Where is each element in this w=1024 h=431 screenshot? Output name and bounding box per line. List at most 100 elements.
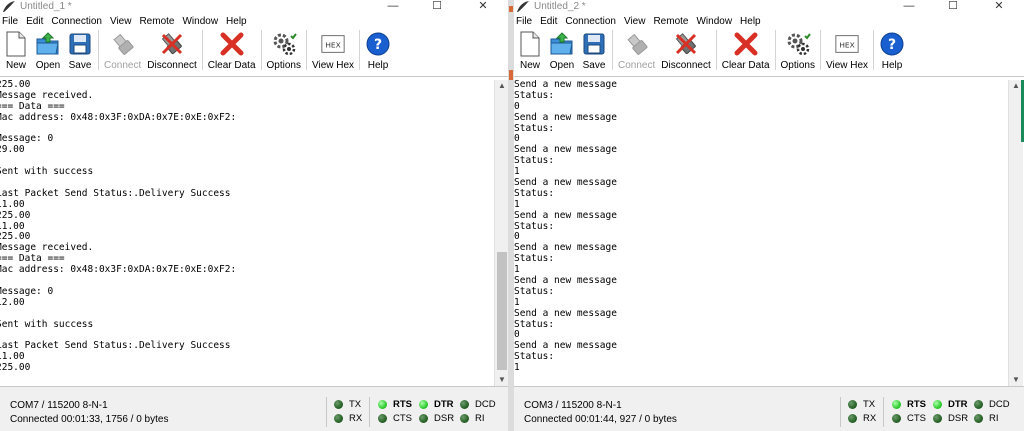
app-feather-icon [516,0,530,14]
hex-icon: HEX [834,30,860,58]
led-tx: TX [334,399,361,410]
svg-text:?: ? [888,37,896,53]
open-button[interactable]: Open [35,30,61,71]
menu-remote[interactable]: Remote [139,16,174,27]
terminal-line: Send a new message [514,144,617,156]
led-rts: RTS [378,399,412,410]
led-rx-label: RX [349,413,363,424]
terminal-output[interactable]: Send a new message Status: 0 Send a new mes… [514,80,1008,386]
terminal-line: Send a new message [514,111,617,123]
clear-button[interactable]: Clear Data [722,30,770,71]
connect-button[interactable]: Connect [618,30,655,71]
toolbar: New Open Save Connect Disconnect Clear Data Op… [514,28,1024,77]
toolbar: New Open Save Connect Disconnect Clear Data Op… [0,28,508,77]
terminal-line: Status: [514,285,555,297]
options-label: Options [780,60,815,71]
led-tx-indicator [848,400,857,409]
led-rx-label: RX [863,413,877,424]
window-close-button[interactable]: ✕ [984,0,1014,13]
scroll-up-arrow-icon[interactable]: ▲ [495,80,508,92]
menu-window[interactable]: Window [696,16,732,27]
terminal-line: Message received. [0,89,94,101]
usb-disconnect-icon [159,30,185,58]
help-button[interactable]: ? Help [365,30,391,71]
menu-view[interactable]: View [624,16,646,27]
toolbar-separator [715,30,717,70]
terminal-line: Send a new message [514,307,617,319]
hex-icon: HEX [320,30,346,58]
title-bar: Untitled_2 * — ☐ ✕ [514,0,1024,14]
terminal-line: Message: 0 [0,285,54,297]
toolbar-separator [774,30,776,70]
led-dtr-label: DTR [434,399,454,410]
led-dcd-indicator [974,400,983,409]
usb-plug-icon [624,30,650,58]
led-dtr-indicator [419,400,428,409]
terminal-line: Send a new message [514,242,617,254]
menu-help[interactable]: Help [740,16,761,27]
help-button[interactable]: ? Help [879,30,905,71]
menu-connection[interactable]: Connection [565,16,616,27]
led-dtr: DTR [933,399,968,410]
window-minimize-button[interactable]: — [378,0,408,13]
menu-window[interactable]: Window [182,16,218,27]
menu-view[interactable]: View [110,16,132,27]
title-bar: Untitled_1 * — ☐ ✕ [0,0,508,14]
new-file-icon [517,30,543,58]
led-dsr: DSR [419,413,454,424]
menu-file[interactable]: File [516,16,532,27]
window-maximize-button[interactable]: ☐ [938,0,968,13]
gear-icon [785,30,811,58]
menu-remote[interactable]: Remote [653,16,688,27]
menu-connection[interactable]: Connection [51,16,102,27]
viewhex-label: View Hex [826,60,869,71]
status-bar: COM3 / 115200 8-N-1 Connected 00:01:44, 9… [514,386,1024,431]
toolbar-separator [820,30,821,70]
terminal-line: Message received. [0,242,94,254]
viewhex-button[interactable]: HEX View Hex [826,30,868,71]
vertical-scrollbar[interactable]: ▲ ▼ [494,80,508,386]
save-button[interactable]: Save [581,30,607,71]
led-dsr-label: DSR [948,413,969,424]
menu-file[interactable]: File [2,16,18,27]
terminal-line: Last Packet Send Status:.Delivery Succes… [0,340,231,352]
options-label: Options [266,60,301,71]
window-maximize-button[interactable]: ☐ [422,0,452,13]
new-label: New [519,60,540,71]
scroll-thumb[interactable] [497,252,507,370]
scroll-down-arrow-icon[interactable]: ▼ [495,374,508,386]
status-divider [326,397,327,427]
menu-edit[interactable]: Edit [26,16,43,27]
window-close-button[interactable]: ✕ [468,0,498,13]
gear-icon [271,30,297,58]
menu-edit[interactable]: Edit [540,16,557,27]
led-dcd: DCD [460,399,496,410]
disconnect-button[interactable]: Disconnect [147,30,197,71]
terminal-line: Message: 0 [0,133,54,145]
menu-help[interactable]: Help [226,16,247,27]
led-ri-indicator [974,414,983,423]
floppy-disk-icon [581,30,607,58]
connect-button[interactable]: Connect [104,30,141,71]
svg-text:?: ? [374,37,382,53]
terminal-output[interactable]: 225.00Message received.=== Data ===Mac a… [0,80,490,386]
window-minimize-button[interactable]: — [894,0,924,13]
clear-label: Clear Data [721,60,770,71]
save-button[interactable]: Save [67,30,93,71]
clear-button[interactable]: Clear Data [208,30,256,71]
led-dsr: DSR [933,413,968,424]
scroll-down-arrow-icon[interactable]: ▼ [1009,374,1023,386]
disconnect-button[interactable]: Disconnect [661,30,711,71]
options-button[interactable]: Options [781,30,815,71]
terminal-line: Status: [514,122,555,134]
led-rx: RX [848,413,876,424]
terminal-line: 11.00 [0,198,25,210]
options-button[interactable]: Options [267,30,301,71]
open-button[interactable]: Open [549,30,575,71]
new-button[interactable]: New [3,30,29,71]
new-button[interactable]: New [517,30,543,71]
viewhex-button[interactable]: HEX View Hex [312,30,354,71]
viewhex-label: View Hex [312,60,355,71]
led-dcd-label: DCD [475,399,496,410]
